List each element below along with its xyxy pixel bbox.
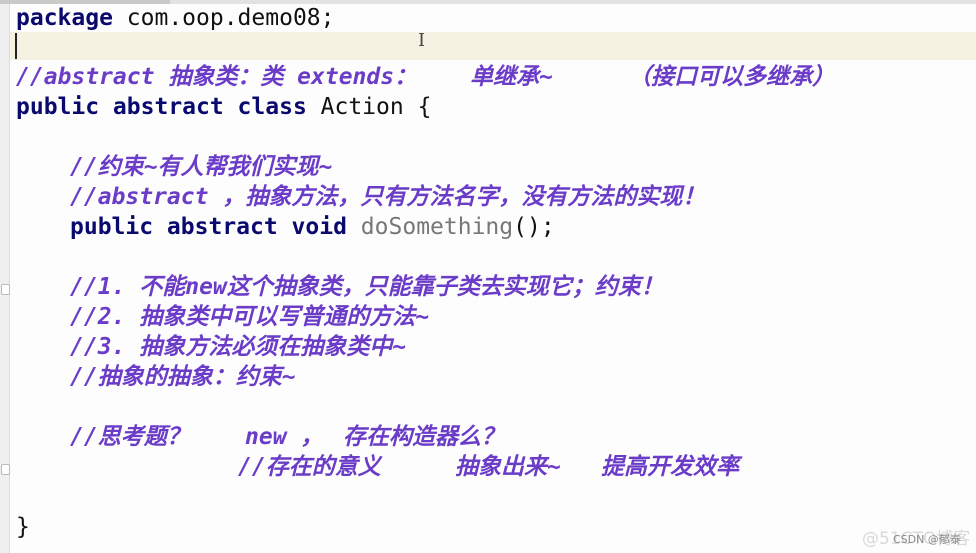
- comment: //存在的意义: [238, 454, 381, 480]
- comment: 存在构造器么？: [343, 424, 504, 450]
- comment: 单继承~: [470, 64, 553, 90]
- comment: //约束~有人帮我们实现~: [70, 154, 333, 180]
- method-name: doSomething: [346, 214, 514, 240]
- package-name: com.oop.demo08;: [112, 5, 335, 31]
- comment: //抽象的抽象：约束~: [70, 364, 296, 390]
- comment: //abstract 抽象类：类 extends：: [16, 64, 418, 90]
- closing-brace: }: [16, 514, 30, 540]
- keyword: package: [16, 5, 113, 31]
- watermark-csdn: CSDN @郁泰: [893, 533, 961, 546]
- class-name: Action {: [306, 94, 432, 120]
- fold-marker-icon[interactable]: [1, 284, 10, 295]
- comment: //1. 不能new这个抽象类，只能靠子类去实现它；约束！: [70, 274, 664, 300]
- current-line-highlight: [10, 32, 976, 60]
- text-caret: [15, 33, 17, 59]
- keyword: public abstract void: [70, 214, 347, 240]
- comment: //思考题？: [70, 424, 190, 450]
- fold-marker-icon[interactable]: [1, 464, 10, 475]
- keyword: public abstract class: [16, 94, 307, 120]
- comment: //3. 抽象方法必须在抽象类中~: [70, 334, 407, 360]
- mouse-ibeam-cursor-icon: I: [418, 30, 426, 51]
- comment: 提高开发效率: [601, 454, 739, 480]
- editor-gutter: [0, 4, 10, 553]
- code-line-method-declaration: public abstract void doSomething();: [70, 213, 555, 241]
- comment: （接口可以多继承）: [628, 64, 835, 90]
- comment: 抽象出来~: [455, 454, 561, 480]
- comment: new ，: [245, 424, 324, 450]
- comment: //2. 抽象类中可以写普通的方法~: [70, 304, 430, 330]
- comment: //abstract ，抽象方法，只有方法名字，没有方法的实现！: [70, 184, 706, 210]
- code-line-class-declaration: public abstract class Action {: [16, 93, 431, 121]
- code-line-package: package com.oop.demo08;: [16, 4, 335, 32]
- punctuation: ();: [513, 214, 555, 240]
